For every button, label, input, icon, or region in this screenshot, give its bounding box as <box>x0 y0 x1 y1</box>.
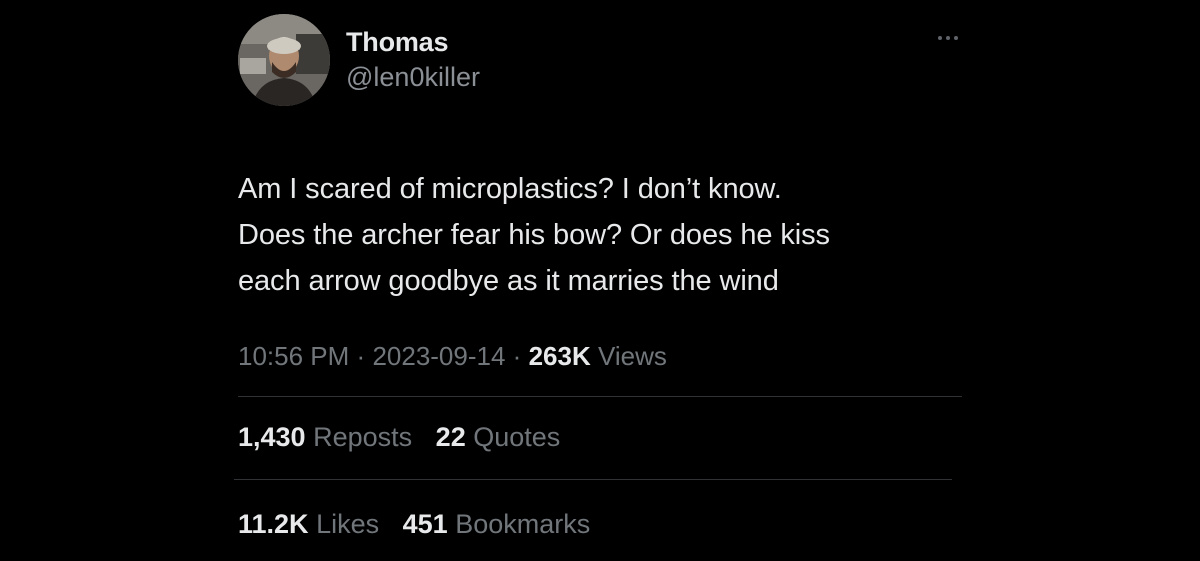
tweet: Thomas @len0killer Am I scared of microp… <box>234 14 962 544</box>
tweet-text-line: Does the archer fear his bow? Or does he… <box>238 219 830 251</box>
tweet-text-line: Am I scared of microplastics? I don’t kn… <box>238 173 782 205</box>
engagement-row-1: 1,430 Reposts 22 Quotes <box>238 417 962 457</box>
reposts-count: 1,430 <box>238 422 306 452</box>
author-names: Thomas @len0killer <box>346 14 480 94</box>
tweet-text-line: each arrow goodbye as it marries the win… <box>238 265 779 297</box>
likes-count: 11.2K <box>238 509 309 539</box>
reposts-stat[interactable]: 1,430 Reposts <box>238 417 412 457</box>
more-dot <box>954 36 958 40</box>
quotes-count: 22 <box>435 422 466 452</box>
display-name[interactable]: Thomas <box>346 27 480 57</box>
divider <box>234 479 952 480</box>
quotes-stat[interactable]: 22 Quotes <box>436 417 561 457</box>
tweet-header: Thomas @len0killer <box>238 14 962 106</box>
engagement-row-2: 11.2K Likes 451 Bookmarks <box>238 504 962 544</box>
bookmarks-label: Bookmarks <box>455 509 591 539</box>
quotes-label: Quotes <box>473 422 561 452</box>
user-handle[interactable]: @len0killer <box>346 60 480 94</box>
likes-stat[interactable]: 11.2K Likes <box>238 504 379 544</box>
bookmarks-count: 451 <box>402 509 448 539</box>
likes-label: Likes <box>316 509 380 539</box>
tweet-meta: 10:56 PM · 2023-09-14 · 263K Views <box>238 336 962 376</box>
reposts-label: Reposts <box>313 422 413 452</box>
post-date[interactable]: 2023-09-14 <box>372 341 505 371</box>
avatar[interactable] <box>238 14 330 106</box>
divider <box>238 396 962 397</box>
more-dot <box>946 36 950 40</box>
separator: · <box>356 341 366 371</box>
views-label: Views <box>597 341 667 371</box>
more-horizontal-icon[interactable] <box>938 36 958 40</box>
post-time[interactable]: 10:56 PM <box>238 341 349 371</box>
separator: · <box>512 341 522 371</box>
avatar-image <box>238 14 330 106</box>
tweet-text: Am I scared of microplastics? I don’t kn… <box>238 166 962 304</box>
bookmarks-stat[interactable]: 451 Bookmarks <box>403 504 591 544</box>
more-dot <box>938 36 942 40</box>
views-count: 263K <box>528 341 591 371</box>
